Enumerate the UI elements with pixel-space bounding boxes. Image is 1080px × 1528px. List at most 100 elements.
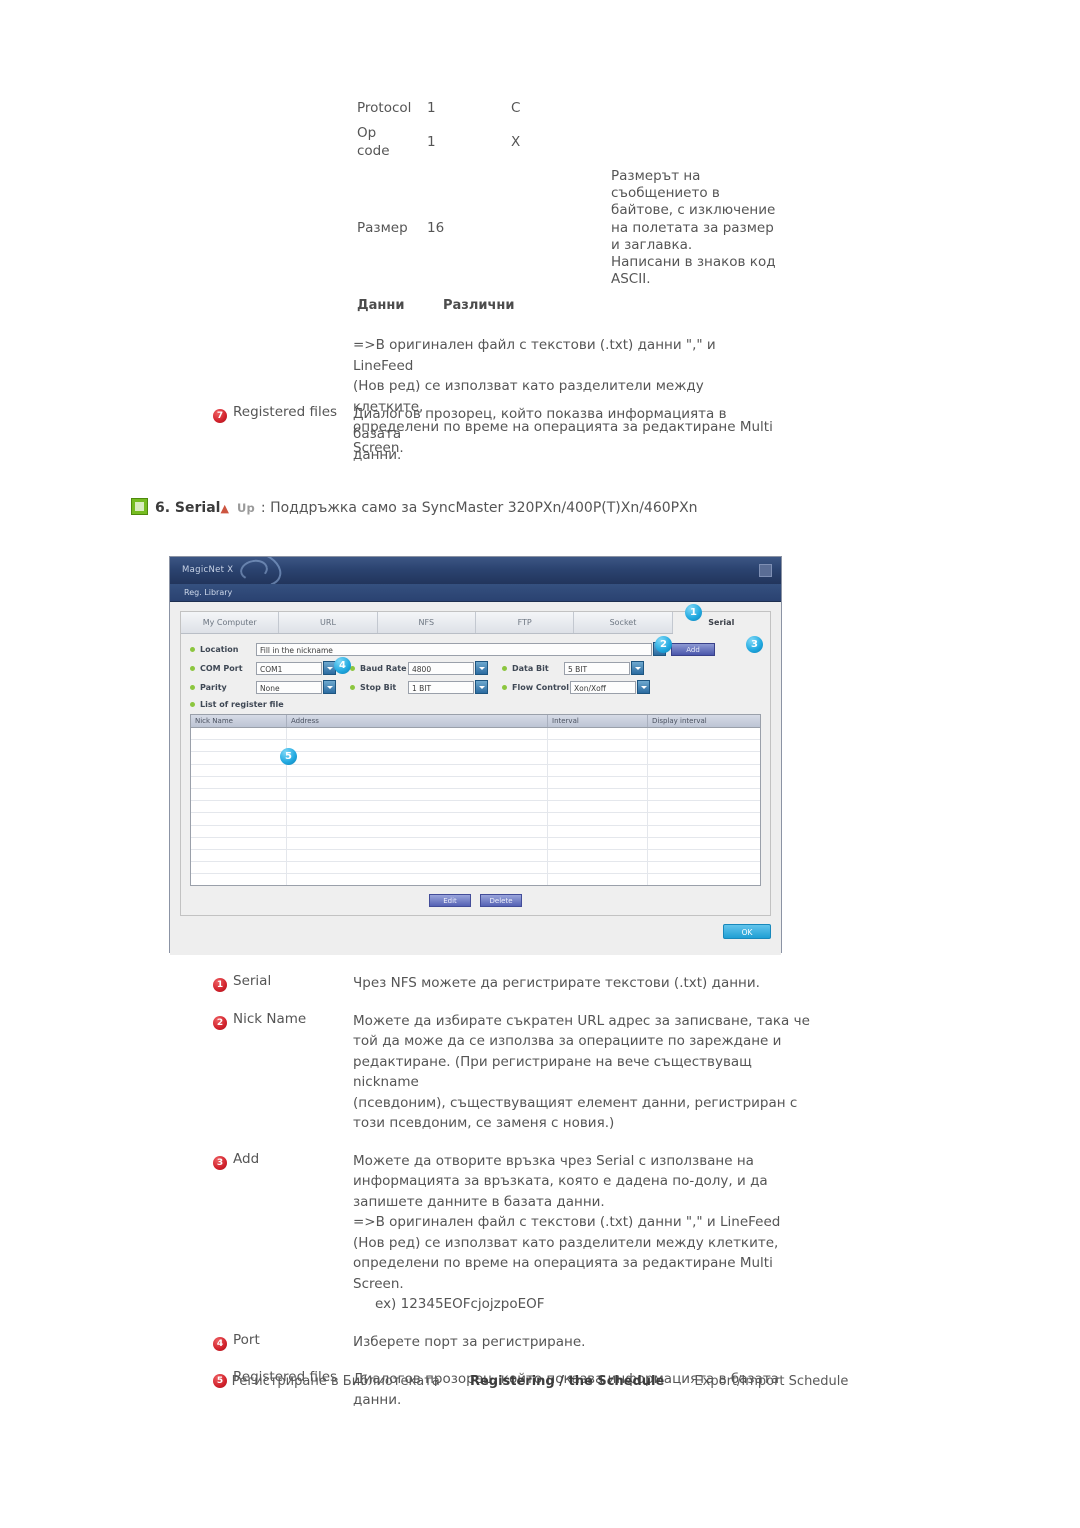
dialog-titlebar: MagicNet X xyxy=(170,557,781,584)
table-row[interactable] xyxy=(191,776,760,789)
callout-2: 2 xyxy=(655,636,672,653)
section-heading-text: : Поддръжка само за SyncMaster 320PXn/40… xyxy=(260,500,698,516)
table-row[interactable] xyxy=(191,728,760,741)
column-header-display-interval: Display interval xyxy=(652,717,707,725)
location-input[interactable]: Fill in the nickname xyxy=(256,642,652,656)
table-row[interactable] xyxy=(191,740,760,753)
legend-label: 2 Nick Name xyxy=(213,1011,353,1030)
close-icon[interactable] xyxy=(759,564,772,577)
legend-item-add: 3 Add Можете да отворите връзка чрез Seri… xyxy=(213,1151,813,1315)
baud-rate-input[interactable]: 4800 xyxy=(408,661,474,675)
add-button[interactable]: Add xyxy=(671,642,715,656)
bullet-number-icon: 7 xyxy=(213,409,227,423)
registered-files-label: 7 Registered files xyxy=(213,404,353,423)
column-header-nick-name: Nick Name xyxy=(191,715,287,727)
table-row: Protocol 1 C xyxy=(357,96,787,121)
spec-length: 1 xyxy=(427,133,436,150)
data-value-label: Различни xyxy=(442,298,515,313)
dialog-footer: OK xyxy=(180,922,771,948)
chevron-down-icon[interactable] xyxy=(637,680,650,694)
registered-files-desc: Диалогов прозорец, който показва информа… xyxy=(353,406,727,463)
bullet-dot-icon xyxy=(190,702,195,707)
legend-desc: Можете да избирате съкратен URL адрес за… xyxy=(353,1012,810,1132)
flow-control-label: Flow Control xyxy=(502,683,570,692)
bullet-dot-icon xyxy=(502,684,507,690)
tab-socket[interactable]: Socket xyxy=(574,612,673,633)
footer-link-export-import-schedule[interactable]: Export/Import Schedule xyxy=(694,1374,848,1389)
column-header-address: Address xyxy=(287,715,548,727)
data-bit-input[interactable]: 5 BIT xyxy=(564,661,630,675)
table-row[interactable] xyxy=(191,837,760,850)
data-bit-label: Data Bit xyxy=(502,664,564,673)
spec-name: Op code xyxy=(357,125,390,159)
serial-form: Location Fill in the nickname Add COM Po… xyxy=(181,634,770,694)
callout-3: 3 xyxy=(746,636,763,653)
baud-rate-label: Baud Rate xyxy=(350,664,408,673)
flow-control-input[interactable]: Xon/Xoff xyxy=(570,680,636,694)
spec-length: 16 xyxy=(427,219,445,236)
bullet-dot-icon xyxy=(190,646,195,652)
bullet-dot-icon xyxy=(502,665,507,671)
data-header-row: Данни Различни xyxy=(357,298,514,313)
table-row[interactable] xyxy=(191,813,760,826)
parity-input[interactable]: None xyxy=(256,680,322,694)
table-row[interactable] xyxy=(191,788,760,802)
up-link[interactable]: Up xyxy=(237,501,255,515)
spec-name: Размер xyxy=(357,219,408,236)
dialog-title: MagicNet X xyxy=(182,565,234,575)
legend-item-nick-name: 2 Nick Name Можете да избирате съкратен U… xyxy=(213,1011,813,1134)
table-row[interactable] xyxy=(191,825,760,838)
chevron-down-icon[interactable] xyxy=(475,680,488,694)
legend-desc: Изберете порт за регистриране. xyxy=(353,1333,586,1350)
legend-label: 4 Port xyxy=(213,1332,353,1351)
chevron-down-icon[interactable] xyxy=(475,661,488,675)
protocol-spec-table: Protocol 1 C Op code 1 X Размер 16 Разме… xyxy=(357,96,787,293)
edit-button[interactable]: Edit xyxy=(429,894,471,907)
legend-example: ex) 12345EOFcjojzpoEOF xyxy=(375,1296,545,1313)
magicnet-dialog: MagicNet X Reg. Library My Computer URL … xyxy=(169,556,782,955)
stop-bit-input[interactable]: 1 BIT xyxy=(408,680,474,694)
table-row[interactable] xyxy=(191,849,760,863)
location-row: Location Fill in the nickname Add xyxy=(190,642,761,656)
table-row[interactable] xyxy=(191,801,760,814)
spec-value xyxy=(511,164,611,293)
legend-desc: Можете да отворите връзка чрез Serial с … xyxy=(353,1151,813,1315)
location-label: Location xyxy=(190,645,256,654)
footer-link-register-library[interactable]: Регистриране в Библиотеката xyxy=(232,1374,440,1389)
table-row: Op code 1 X xyxy=(357,121,787,164)
callout-5: 5 xyxy=(280,748,297,765)
tab-url[interactable]: URL xyxy=(279,612,378,633)
delete-button[interactable]: Delete xyxy=(480,894,522,907)
tab-nfs[interactable]: NFS xyxy=(377,612,476,633)
dialog-subtitlebar: Reg. Library xyxy=(170,584,781,602)
table-actions: Edit Delete xyxy=(181,894,770,907)
chevron-down-icon[interactable] xyxy=(631,661,644,675)
legend-label: 1 Serial xyxy=(213,973,353,992)
callout-legend: 1 Serial Чрез NFS можете да регистрирате … xyxy=(213,973,813,1427)
ok-button[interactable]: OK xyxy=(723,924,771,939)
table-row[interactable] xyxy=(191,862,760,875)
data-label: Данни xyxy=(357,298,405,313)
column-header-interval: Interval xyxy=(548,715,648,727)
spec-length: 1 xyxy=(427,100,436,116)
footer-link-registering-schedule[interactable]: Registering / the Schedule xyxy=(470,1374,664,1389)
stop-bit-label: Stop Bit xyxy=(350,683,408,692)
bullet-dot-icon xyxy=(350,684,355,690)
tab-my-computer[interactable]: My Computer xyxy=(181,612,280,633)
table-row[interactable] xyxy=(191,764,760,777)
tab-ftp[interactable]: FTP xyxy=(475,612,575,633)
table-row[interactable] xyxy=(191,752,760,765)
comport-row: COM Port COM1 Baud Rate 4800 Data Bit 5 … xyxy=(190,661,761,675)
register-file-table[interactable]: Nick Name Address Interval Display inter… xyxy=(190,714,761,886)
table-row[interactable] xyxy=(191,874,760,885)
chevron-down-icon[interactable] xyxy=(323,680,336,694)
list-of-register-file-label: List of register file xyxy=(190,700,770,709)
com-port-input[interactable]: COM1 xyxy=(256,661,322,675)
bullet-dot-icon xyxy=(190,665,195,671)
callout-1: 1 xyxy=(685,604,702,621)
dialog-subtitle: Reg. Library xyxy=(184,588,233,597)
com-port-label: COM Port xyxy=(190,664,256,673)
up-arrow-icon[interactable]: ▲ xyxy=(220,502,228,515)
parity-label: Parity xyxy=(190,683,256,692)
tabstrip: My Computer URL NFS FTP Socket Serial xyxy=(181,612,770,634)
